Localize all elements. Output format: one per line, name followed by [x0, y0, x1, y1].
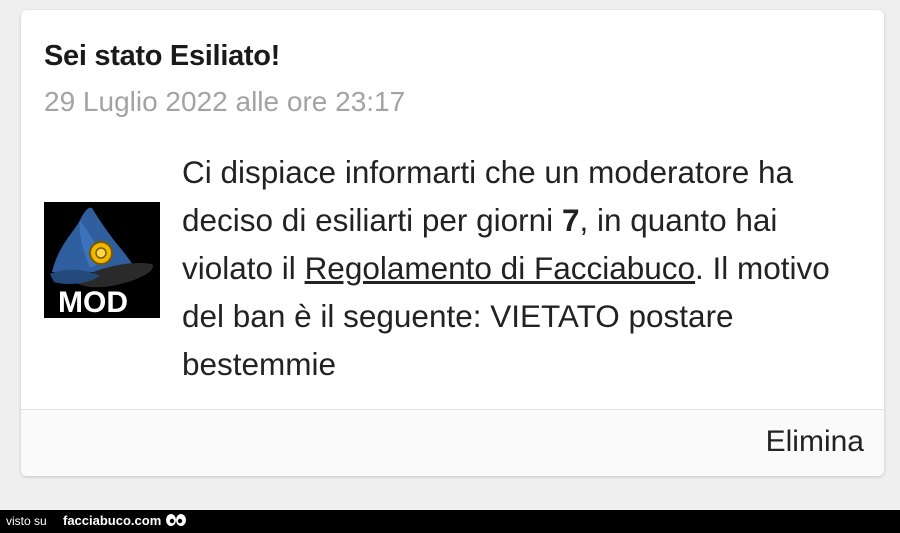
card-footer: [21, 410, 884, 476]
notification-card: Sei stato Esiliato! 29 Luglio 2022 alle …: [21, 10, 884, 476]
moderator-avatar: MOD: [44, 202, 160, 318]
watermark-prefix: visto su: [6, 514, 47, 528]
notification-message: Ci dispiace informarti che un moderatore…: [182, 148, 872, 388]
eyes-icon: [166, 514, 186, 526]
moderator-hat-icon: MOD: [44, 202, 160, 318]
notification-date: 29 Luglio 2022 alle ore 23:17: [44, 86, 406, 117]
footer-divider: [21, 409, 884, 410]
watermark-bar: visto su facciabuco.com: [0, 510, 900, 533]
watermark-site: facciabuco.com: [63, 513, 162, 528]
notification-title: Sei stato Esiliato!: [44, 40, 281, 72]
ban-days: 7: [561, 202, 580, 238]
delete-button[interactable]: Elimina: [766, 425, 864, 459]
rules-link[interactable]: Regolamento di Facciabuco: [305, 250, 695, 286]
mod-label: MOD: [58, 286, 128, 318]
